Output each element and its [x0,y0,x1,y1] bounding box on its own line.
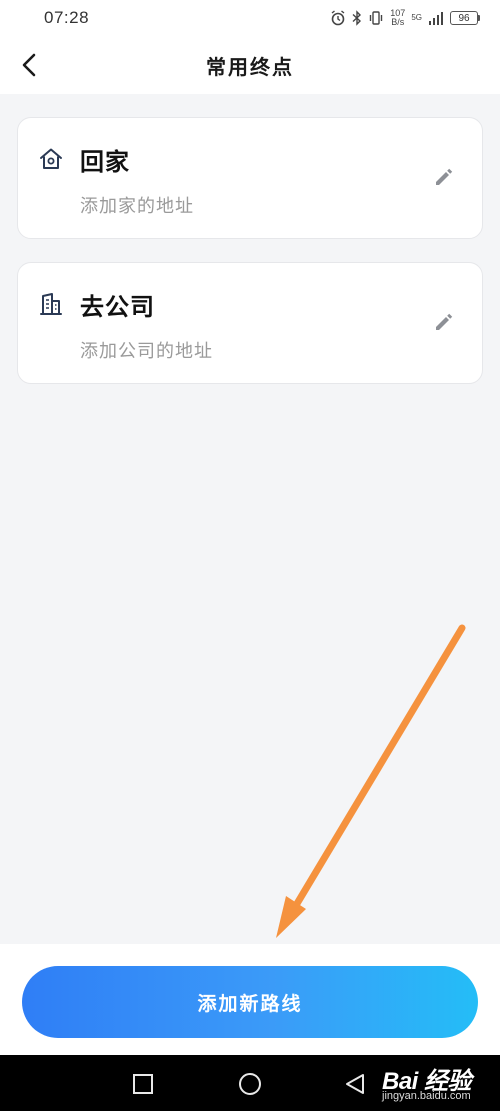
battery-tip [478,15,480,21]
pencil-icon[interactable] [432,311,454,333]
system-nav-bar: Bai 经验 jingyan.baidu.com [0,1055,500,1111]
baidu-watermark: Bai 经验 jingyan.baidu.com [380,1059,498,1109]
bluetooth-icon [352,10,362,26]
signal-label: 5G [411,13,422,22]
destination-title: 回家 [80,147,130,176]
battery-icon: 96 [450,11,480,25]
back-triangle-icon[interactable] [344,1072,366,1096]
bottom-action-area: 添加新路线 [0,944,500,1055]
pencil-icon[interactable] [432,166,454,188]
building-icon [40,293,62,315]
home-circle-icon[interactable] [238,1072,262,1096]
net-speed-unit: B/s [391,17,405,27]
status-time: 07:28 [44,8,90,27]
chevron-left-icon [22,53,36,77]
back-button[interactable] [14,49,46,81]
destination-title: 去公司 [80,292,155,321]
destination-card-company[interactable]: 去公司 添加公司的地址 [17,262,483,384]
watermark-sub: jingyan.baidu.com [382,1090,471,1102]
status-bar: 07:28 107 B/s 5G 96 [0,0,500,36]
destination-card-home[interactable]: 回家 添加家的地址 [17,117,483,239]
recent-apps-icon[interactable] [132,1073,154,1095]
status-icons: 107 B/s 5G 96 [330,9,480,27]
add-route-button[interactable]: 添加新路线 [22,966,478,1038]
vibrate-icon [370,11,383,25]
signal-icon [429,12,443,25]
header: 常用终点 [0,36,500,94]
alarm-icon [331,10,345,26]
page-title: 常用终点 [206,54,294,79]
destination-subtitle: 添加公司的地址 [80,341,213,362]
net-speed: 107 B/s [390,9,405,27]
home-icon [40,148,62,169]
destination-subtitle: 添加家的地址 [80,196,194,217]
battery-level: 96 [450,11,478,25]
